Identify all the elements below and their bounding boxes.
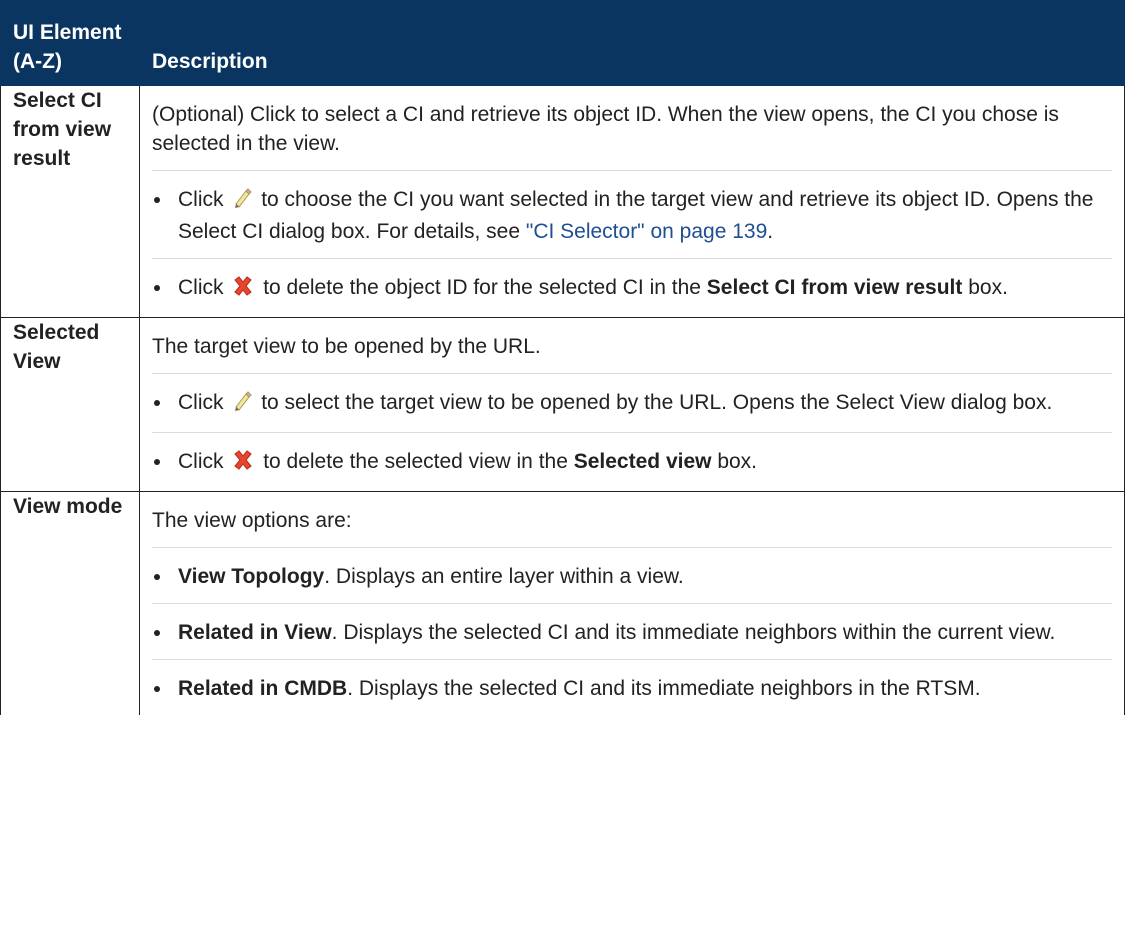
ci-selector-link[interactable]: "CI Selector" on page 139 — [526, 220, 767, 243]
bullet-end: box. — [717, 450, 758, 473]
table-row: Selected View The target view to be open… — [0, 317, 1125, 492]
bullet-end: . — [767, 220, 774, 243]
delete-x-icon[interactable] — [232, 449, 254, 479]
bullet-item: Click to select the target view to be op… — [152, 374, 1112, 433]
click-text: Click — [178, 188, 224, 211]
option-name: Related in CMDB — [178, 677, 348, 700]
delete-x-icon[interactable] — [232, 275, 254, 305]
pencil-icon[interactable] — [232, 187, 253, 217]
option-text: . Displays an entire layer within a view… — [324, 565, 684, 588]
table-header-row: UI Element (A-Z) Description — [0, 0, 1125, 86]
header-description: Description — [139, 0, 1125, 86]
option-item: Related in View. Displays the selected C… — [152, 604, 1112, 660]
bullet-text: to delete the object ID for the selected… — [263, 276, 701, 299]
bullet-text: to select the target view to be opened b… — [261, 391, 1053, 414]
description-intro: The target view to be opened by the URL. — [152, 318, 1112, 374]
option-name: View Topology — [178, 565, 325, 588]
click-text: Click — [178, 450, 224, 473]
option-item: Related in CMDB. Displays the selected C… — [152, 660, 1112, 715]
description-intro: The view options are: — [152, 492, 1112, 548]
bullet-text: to delete the selected view in the — [263, 450, 568, 473]
ui-elements-table: UI Element (A-Z) Description Select CI f… — [0, 0, 1125, 715]
bullet-item: Click to delete the selected view in the… — [152, 433, 1112, 491]
bullet-item: Click to choose the CI you want selected… — [152, 171, 1112, 259]
option-item: View Topology. Displays an entire layer … — [152, 548, 1112, 604]
click-text: Click — [178, 276, 224, 299]
row-description: The target view to be opened by the URL.… — [139, 317, 1125, 492]
row-element-name: View mode — [0, 491, 140, 715]
row-element-name: Select CI from view result — [0, 85, 140, 318]
row-description: The view options are: View Topology. Dis… — [139, 491, 1125, 715]
table-row: View mode The view options are: View Top… — [0, 491, 1125, 715]
option-text: . Displays the selected CI and its immed… — [331, 621, 1056, 644]
header-ui-element: UI Element (A-Z) — [0, 0, 140, 86]
bullet-bold-text: Select CI from view result — [706, 276, 963, 299]
row-description: (Optional) Click to select a CI and retr… — [139, 85, 1125, 318]
click-text: Click — [178, 391, 224, 414]
bullet-item: Click to delete the object ID for the se… — [152, 259, 1112, 317]
table-row: Select CI from view result (Optional) Cl… — [0, 85, 1125, 318]
option-text: . Displays the selected CI and its immed… — [347, 677, 981, 700]
row-element-name: Selected View — [0, 317, 140, 492]
description-intro: (Optional) Click to select a CI and retr… — [152, 86, 1112, 171]
bullet-bold-text: Selected view — [573, 450, 712, 473]
bullet-end: box. — [968, 276, 1008, 299]
pencil-icon[interactable] — [232, 390, 253, 420]
option-name: Related in View — [178, 621, 332, 644]
